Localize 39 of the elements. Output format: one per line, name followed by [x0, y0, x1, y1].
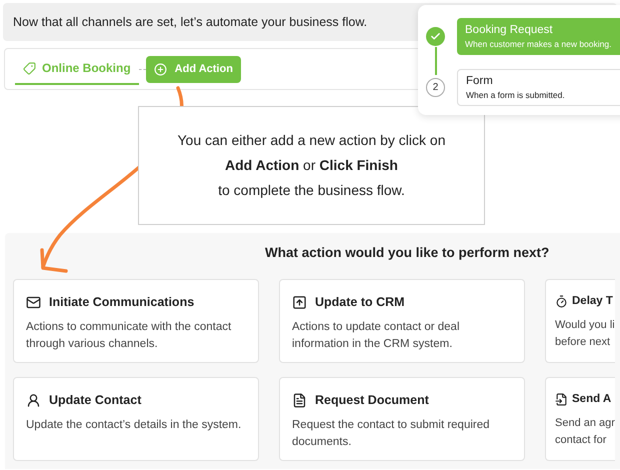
action-description: Send an agr: [555, 416, 615, 432]
actions-title: What action would you like to perform next?: [265, 245, 550, 260]
tooltip-text: You can either add a new action by click on: [178, 131, 446, 150]
tag-icon: [23, 62, 36, 74]
action-card[interactable]: Send A Send an agr contact for: [545, 377, 615, 461]
action-description: Update the contact’s details in the system.: [26, 418, 242, 433]
file-arrow-icon: [555, 393, 568, 406]
action-card[interactable]: Initiate Communications Actions to communicate with the contact through various channels.: [13, 279, 259, 363]
document-icon: [292, 392, 307, 408]
action-description: Would you li: [555, 318, 615, 334]
action-title: Send A: [572, 392, 612, 407]
action-card[interactable]: Request Document Request the contact to submit required documents.: [279, 377, 525, 461]
action-title: Update Contact: [49, 392, 142, 409]
action-description: Actions to communicate with the contact through various channels.: [26, 320, 232, 352]
step-card[interactable]: Form When a form is submitted.: [457, 69, 620, 106]
tooltip-text: Add Action or Click Finish: [225, 156, 398, 175]
action-card[interactable]: Delay T Would you li before next: [545, 279, 615, 363]
action-description: Actions to update contact or deal information in the CRM system.: [292, 320, 460, 352]
user-icon: [26, 392, 41, 408]
step-number: 2: [426, 78, 445, 97]
stopwatch-icon: [555, 295, 568, 308]
step-title: Booking Request: [465, 23, 554, 38]
action-card[interactable]: Update Contact Update the contact’s details in the system.: [13, 377, 259, 461]
action-title: Delay T: [572, 294, 613, 309]
action-description: contact for: [555, 433, 608, 448]
action-title: Request Document: [315, 392, 429, 409]
envelope-icon: [26, 294, 41, 310]
step-subtitle: When a form is submitted.: [466, 89, 566, 101]
step-title: Form: [466, 74, 494, 89]
action-title: Update to CRM: [315, 294, 405, 311]
action-title: Initiate Communications: [49, 294, 194, 311]
tooltip-text: to complete the business flow.: [218, 181, 405, 200]
action-description: before next: [555, 335, 612, 350]
banner-text: Now that all channels are set, let’s automate your business flow.: [13, 14, 368, 31]
action-description: Request the contact to submit required documents.: [292, 418, 491, 450]
step-subtitle: When customer makes a new booking.: [465, 38, 612, 50]
upload-box-icon: [292, 294, 307, 310]
action-card[interactable]: Update to CRM Actions to update contact or deal information in the CRM system.: [279, 279, 525, 363]
plus-icon: [154, 62, 167, 76]
